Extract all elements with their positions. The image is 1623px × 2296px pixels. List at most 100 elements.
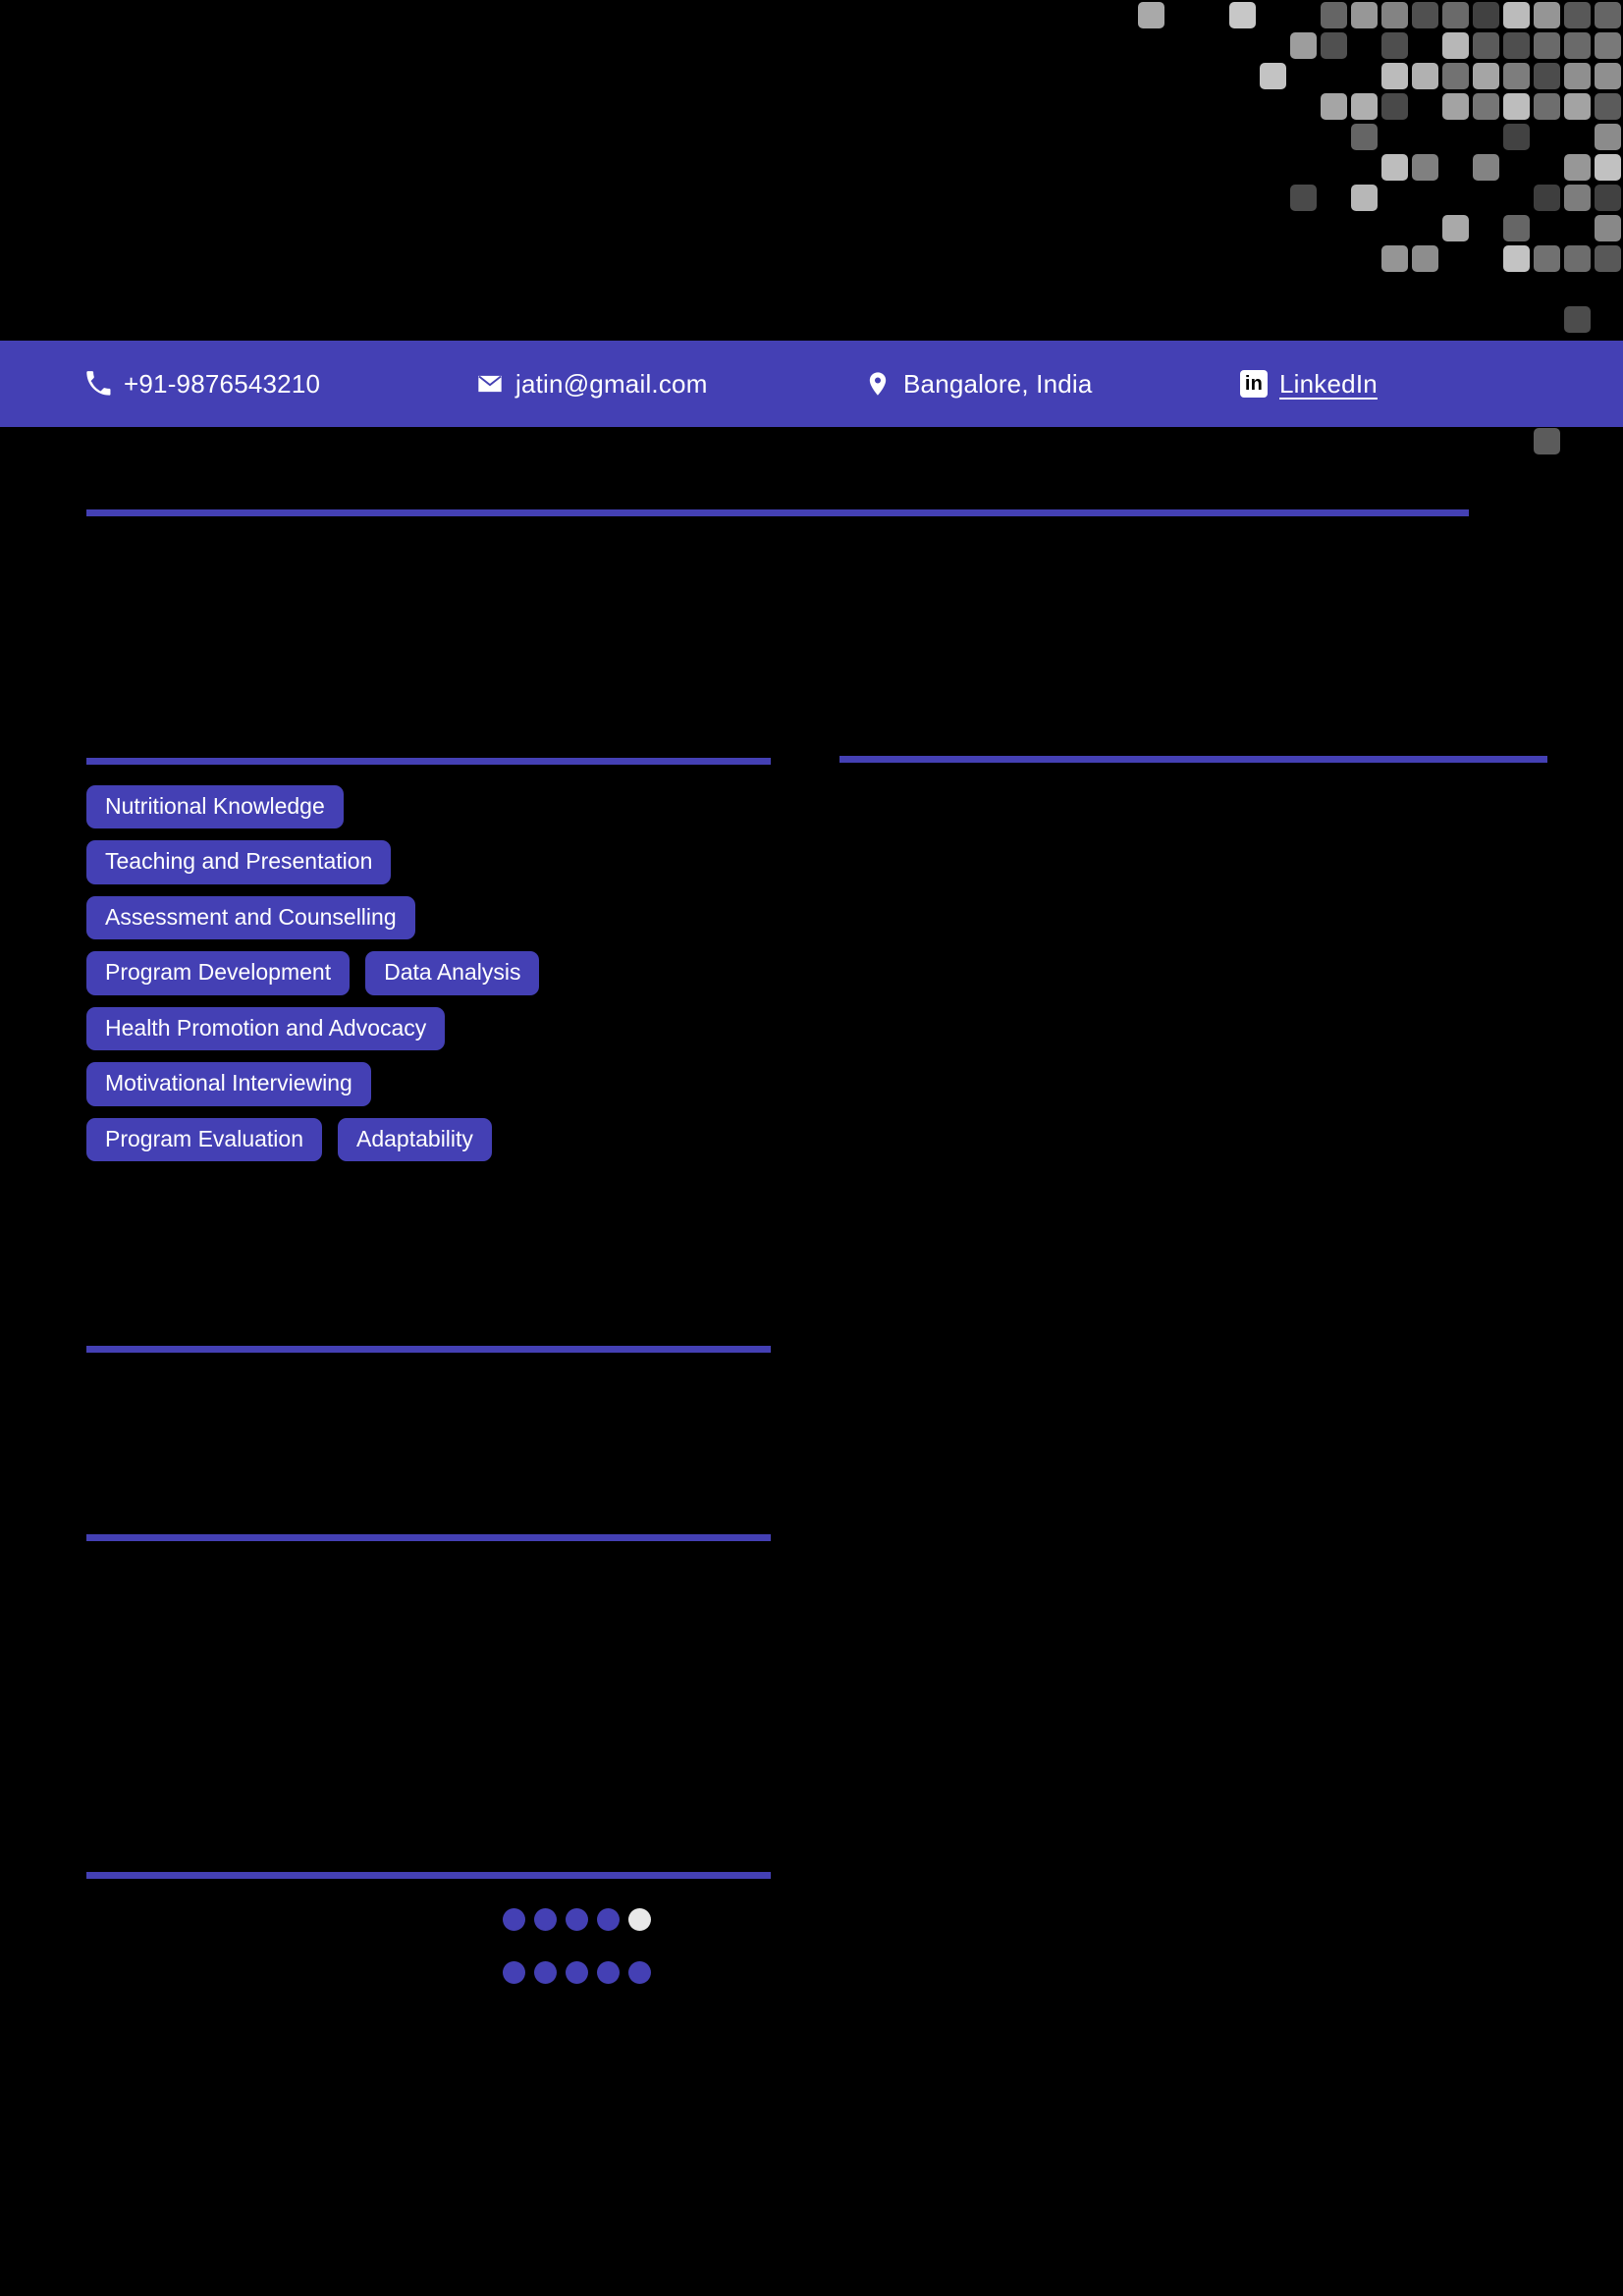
decorative-square — [1442, 2, 1469, 28]
decorative-square — [1595, 185, 1621, 211]
decorative-square — [1503, 63, 1530, 89]
decorative-square — [1534, 428, 1560, 454]
decorative-square — [1473, 93, 1499, 120]
decorative-square — [1564, 306, 1591, 333]
decorative-square — [1381, 245, 1408, 272]
decorative-square — [1564, 63, 1591, 89]
decorative-square — [1534, 245, 1560, 272]
decorative-square — [1412, 154, 1438, 181]
rating-row — [503, 1961, 651, 1984]
skill-tag: Data Analysis — [365, 951, 540, 995]
envelope-icon — [476, 370, 504, 398]
contact-item-email[interactable]: jatin@gmail.com — [476, 369, 708, 400]
decorative-square — [1503, 215, 1530, 241]
decorative-square — [1381, 154, 1408, 181]
linkedin-icon: in — [1240, 370, 1268, 398]
decorative-square — [1595, 154, 1621, 181]
contact-linkedin-label[interactable]: LinkedIn — [1279, 369, 1378, 400]
decorative-square — [1473, 154, 1499, 181]
decorative-square — [1138, 2, 1164, 28]
decorative-square — [1260, 63, 1286, 89]
contact-location-label: Bangalore, India — [903, 368, 1093, 399]
decorative-square — [1534, 185, 1560, 211]
decorative-square — [1290, 32, 1317, 59]
decorative-square — [1351, 185, 1378, 211]
decorative-square — [1442, 93, 1469, 120]
decorative-square — [1595, 93, 1621, 120]
skill-row: Assessment and Counselling — [86, 895, 774, 940]
skill-tag: Teaching and Presentation — [86, 840, 392, 884]
skill-row: Program Evaluation Adaptability — [86, 1117, 774, 1162]
decorative-square — [1229, 2, 1256, 28]
decorative-square — [1321, 2, 1347, 28]
decorative-square — [1381, 63, 1408, 89]
decorative-square — [1412, 2, 1438, 28]
decorative-square — [1503, 93, 1530, 120]
decorative-square — [1564, 93, 1591, 120]
contact-item-location[interactable]: Bangalore, India — [864, 369, 1093, 400]
decorative-square — [1381, 2, 1408, 28]
decorative-square — [1503, 2, 1530, 28]
decorative-square — [1442, 32, 1469, 59]
decorative-square — [1473, 2, 1499, 28]
decorative-square — [1412, 245, 1438, 272]
skills-section-divider — [86, 758, 771, 765]
decorative-square — [1351, 124, 1378, 150]
decorative-square — [1503, 124, 1530, 150]
decorative-square — [1595, 215, 1621, 241]
decorative-square — [1534, 32, 1560, 59]
contact-item-linkedin[interactable]: in LinkedIn — [1240, 369, 1378, 400]
contact-item-phone[interactable]: +91-9876543210 — [84, 369, 320, 400]
skill-tag: Health Promotion and Advocacy — [86, 1006, 446, 1051]
rating-dot-filled — [566, 1961, 588, 1984]
decorative-square — [1534, 93, 1560, 120]
rating-dot-filled — [534, 1908, 557, 1931]
skill-row: Teaching and Presentation — [86, 840, 774, 884]
decorative-pixel-grid — [0, 0, 1623, 589]
map-pin-icon — [864, 370, 892, 398]
decorative-square — [1503, 245, 1530, 272]
rating-dot-filled — [597, 1961, 620, 1984]
skill-tag: Assessment and Counselling — [86, 895, 415, 940]
decorative-square — [1503, 32, 1530, 59]
decorative-square — [1534, 63, 1560, 89]
decorative-square — [1290, 185, 1317, 211]
decorative-square — [1442, 63, 1469, 89]
decorative-square — [1473, 32, 1499, 59]
decorative-square — [1564, 185, 1591, 211]
decorative-square — [1595, 2, 1621, 28]
skills-section: Nutritional Knowledge Teaching and Presen… — [86, 785, 774, 1173]
rating-dot-filled — [534, 1961, 557, 1984]
decorative-square — [1564, 2, 1591, 28]
rating-dot-filled — [566, 1908, 588, 1931]
bottom-section-divider — [86, 1872, 771, 1879]
skill-tag: Adaptability — [338, 1117, 492, 1162]
phone-icon — [84, 370, 112, 398]
skill-tag: Program Development — [86, 951, 351, 995]
rating-dot-filled — [503, 1961, 525, 1984]
rating-row — [503, 1908, 651, 1931]
contact-phone-label: +91-9876543210 — [124, 368, 321, 399]
header-divider — [86, 509, 1469, 516]
skill-row: Health Promotion and Advocacy — [86, 1006, 774, 1051]
contact-bar: +91-9876543210 jatin@gmail.com Bangalore… — [0, 341, 1623, 427]
contact-email-label: jatin@gmail.com — [515, 368, 708, 399]
skill-tag: Program Evaluation — [86, 1117, 322, 1162]
right-column-divider — [839, 756, 1547, 763]
decorative-square — [1412, 63, 1438, 89]
decorative-square — [1564, 245, 1591, 272]
decorative-square — [1321, 93, 1347, 120]
decorative-square — [1473, 63, 1499, 89]
decorative-square — [1442, 215, 1469, 241]
rating-dot-empty — [628, 1908, 651, 1931]
decorative-square — [1381, 93, 1408, 120]
skill-row: Nutritional Knowledge — [86, 785, 774, 829]
decorative-square — [1534, 2, 1560, 28]
skill-tag: Nutritional Knowledge — [86, 785, 344, 829]
rating-dot-filled — [503, 1908, 525, 1931]
decorative-square — [1351, 93, 1378, 120]
rating-dot-filled — [628, 1961, 651, 1984]
rating-dot-filled — [597, 1908, 620, 1931]
skill-row: Program Development Data Analysis — [86, 951, 774, 995]
decorative-square — [1595, 124, 1621, 150]
